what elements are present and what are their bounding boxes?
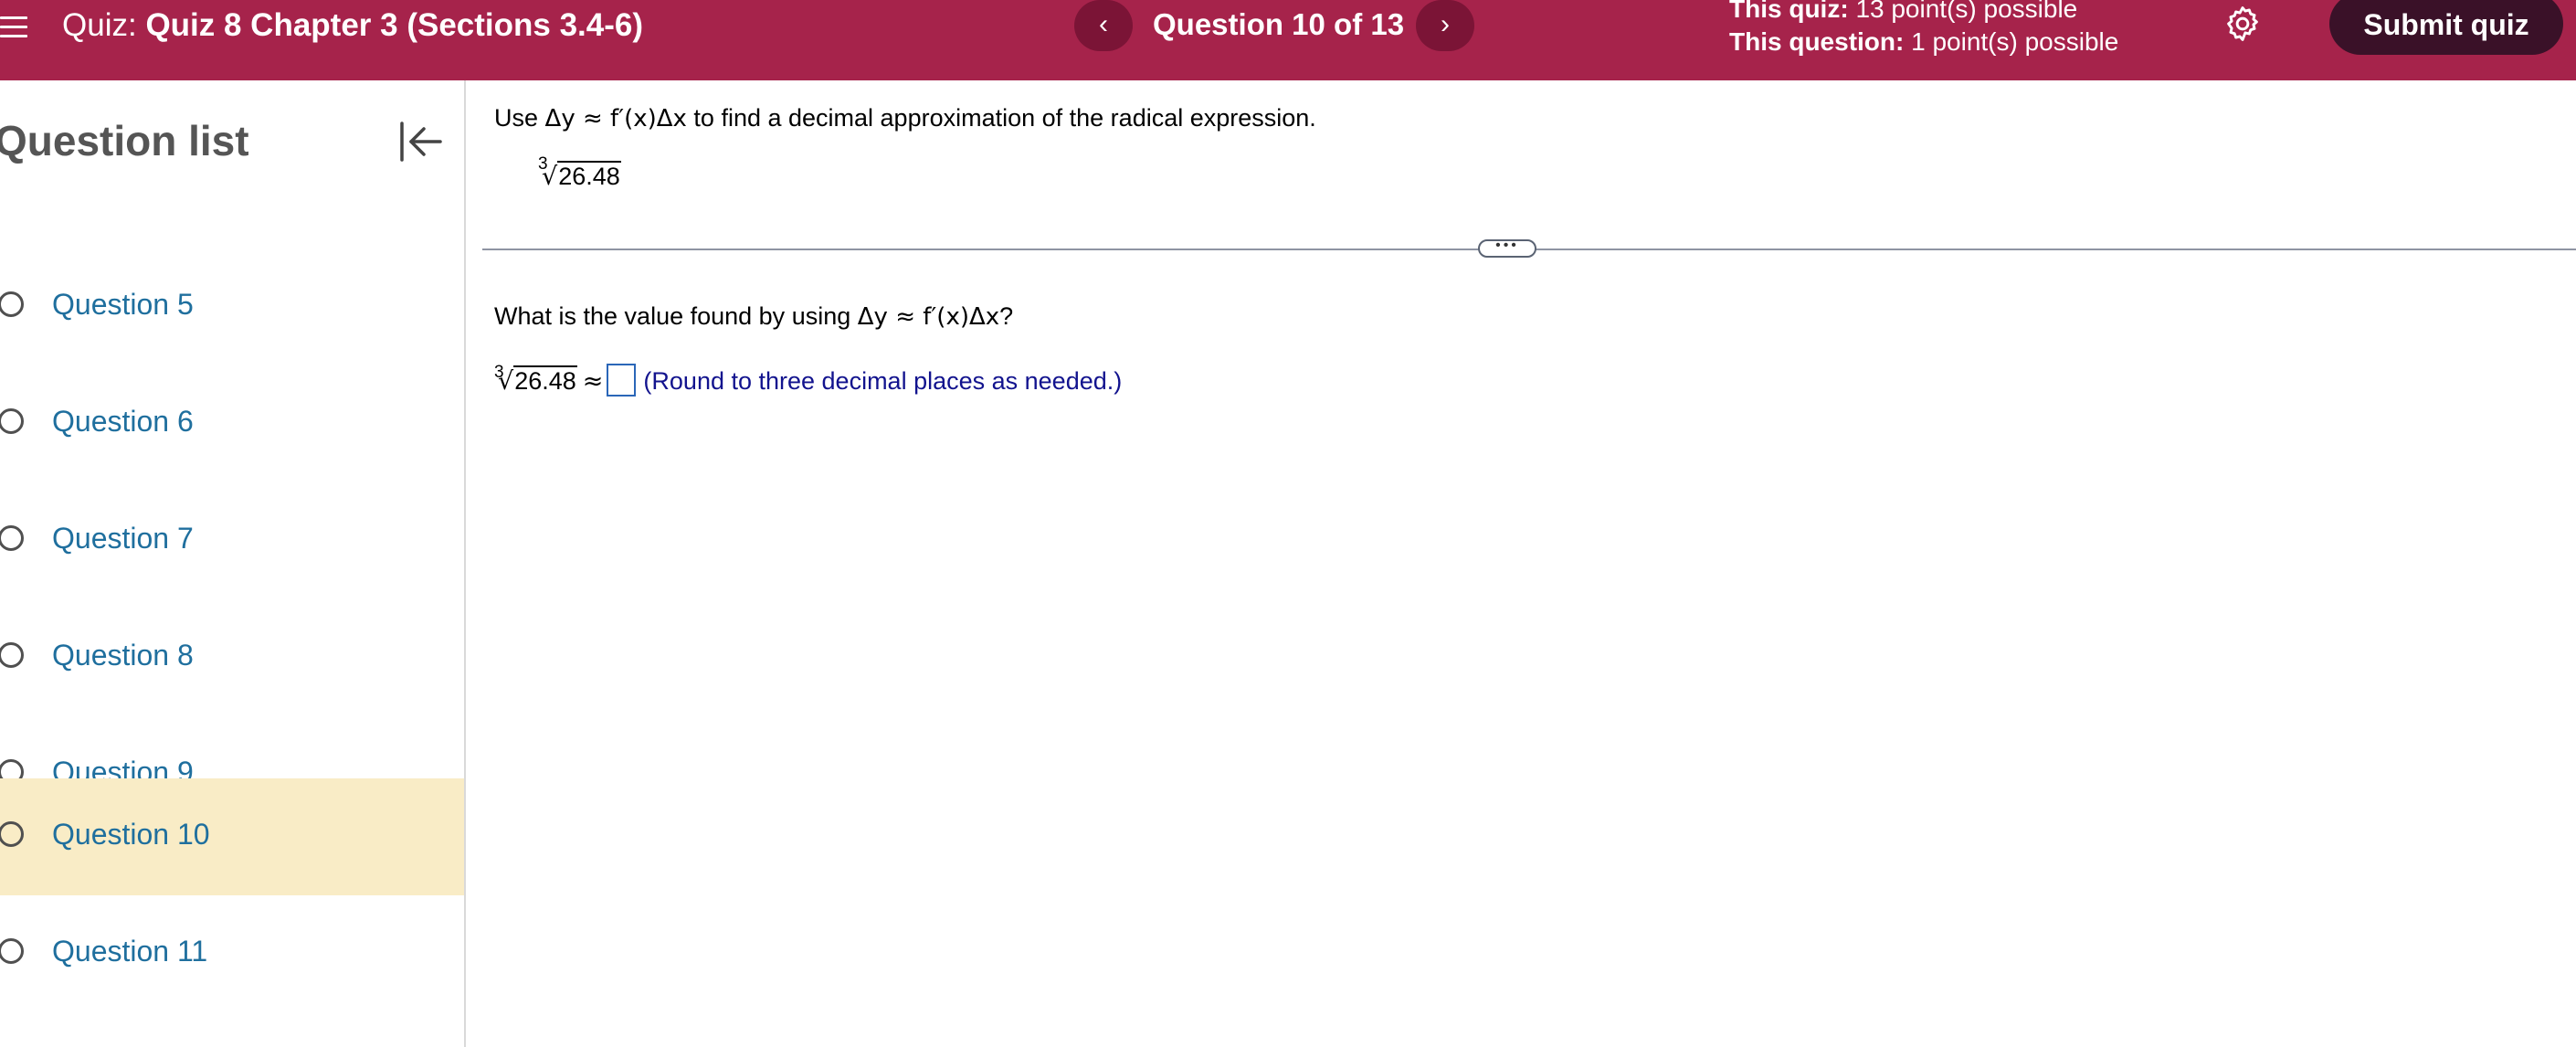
question-link[interactable]: Question 6: [52, 403, 194, 439]
question-link[interactable]: Question 10: [52, 816, 210, 852]
sidebar-item-question-7[interactable]: Question 7: [0, 482, 464, 599]
radical-index: 3: [538, 154, 548, 174]
chevron-left-icon: ‹: [1099, 9, 1108, 39]
circle-outline-icon: [0, 821, 24, 847]
question-points: This question: 1 point(s) possible: [1729, 27, 2119, 56]
circle-outline-icon: [0, 938, 24, 964]
gear-icon[interactable]: [2222, 4, 2263, 44]
previous-question-button[interactable]: ‹: [1074, 0, 1133, 51]
formula: Δy ≈ f′(x)Δx: [544, 105, 687, 132]
question-panel: Use Δy ≈ f′(x)Δx to find a decimal appro…: [466, 80, 2576, 1047]
question-counter: Question 10 of 13: [1153, 7, 1405, 41]
circle-outline-icon: [0, 525, 24, 551]
radicand: 26.48: [513, 365, 577, 395]
circle-outline-icon: [0, 291, 24, 317]
quiz-header: Quiz: Quiz 8 Chapter 3 (Sections 3.4-6) …: [0, 0, 2576, 80]
sidebar-item-question-5[interactable]: Question 5: [0, 249, 464, 365]
sidebar-item-question-11[interactable]: Question 11: [0, 895, 464, 1012]
sidebar-item-question-6[interactable]: Question 6: [0, 365, 464, 482]
quiz-label: Quiz:: [62, 7, 137, 43]
radical-expression: 3 √26.48: [538, 154, 621, 191]
question-link[interactable]: Question 5: [52, 286, 194, 323]
rounding-hint: (Round to three decimal places as needed…: [643, 367, 1123, 395]
quiz-title: Quiz: Quiz 8 Chapter 3 (Sections 3.4-6): [62, 5, 643, 46]
sidebar-item-question-8[interactable]: Question 8: [0, 599, 464, 716]
circle-outline-icon: [0, 408, 24, 434]
question-list-sidebar: Question list Question 5 Question 6 Ques…: [0, 80, 466, 1047]
answer-line: 3 √26.48 ≈ (Round to three decimal places …: [494, 363, 1123, 398]
radicand: 26.48: [557, 161, 621, 190]
radical-index: 3: [494, 363, 504, 382]
formula: Δy ≈ f′(x)Δx: [857, 303, 1000, 331]
approx-symbol: ≈: [582, 367, 604, 396]
resize-handle[interactable]: •••: [1478, 238, 1536, 258]
answer-input[interactable]: [607, 364, 637, 397]
question-prompt: What is the value found by using Δy ≈ f′…: [494, 302, 1014, 331]
question-link[interactable]: Question 8: [52, 637, 194, 673]
problem-statement: Use Δy ≈ f′(x)Δx to find a decimal appro…: [494, 104, 1316, 132]
points-info: This quiz: 13 point(s) possible This que…: [1729, 0, 2118, 58]
quiz-name: Quiz 8 Chapter 3 (Sections 3.4-6): [145, 7, 644, 43]
question-list-title: Question list: [0, 117, 249, 164]
chevron-right-icon: ›: [1441, 9, 1450, 39]
question-link[interactable]: Question 11: [52, 933, 207, 969]
question-link[interactable]: Question 7: [52, 520, 194, 556]
submit-quiz-button[interactable]: Submit quiz: [2329, 0, 2563, 55]
next-question-button[interactable]: ›: [1416, 0, 1474, 51]
quiz-points: This quiz: 13 point(s) possible: [1729, 0, 2078, 23]
circle-outline-icon: [0, 642, 24, 668]
radical-expression: 3 √26.48: [494, 363, 577, 398]
hamburger-menu-icon[interactable]: [0, 16, 27, 38]
sidebar-item-question-10[interactable]: Question 10: [0, 778, 464, 895]
collapse-left-icon[interactable]: [398, 121, 444, 163]
